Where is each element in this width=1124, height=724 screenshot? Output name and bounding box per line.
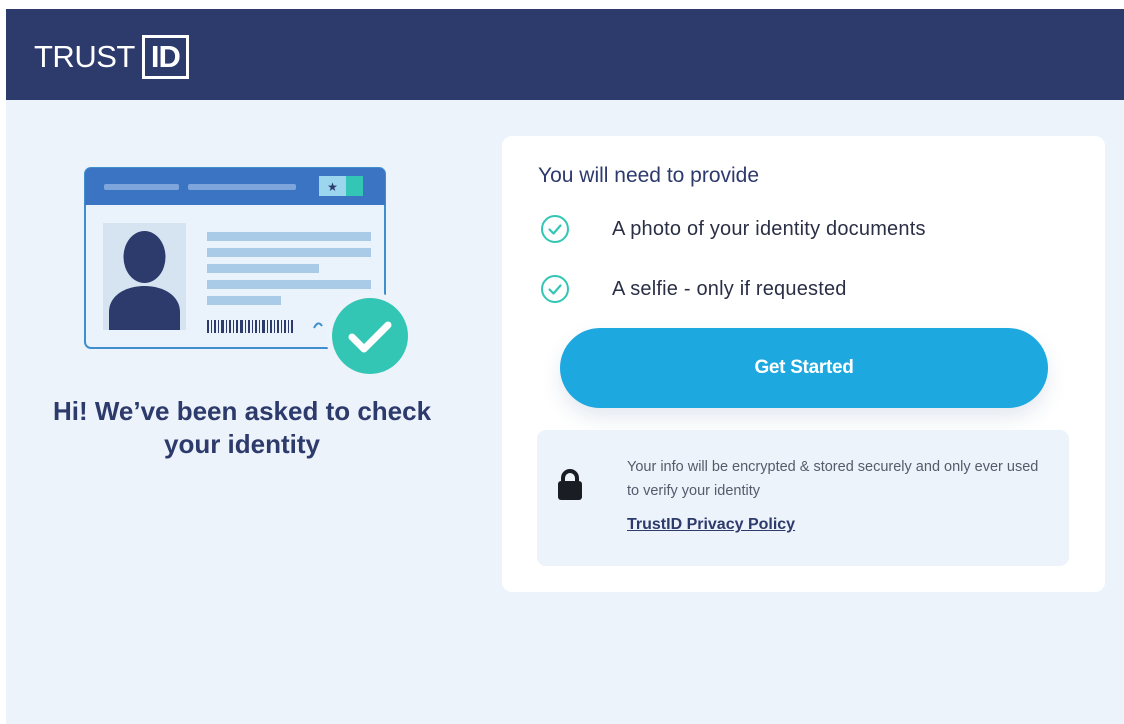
check-circle-icon bbox=[541, 275, 569, 303]
requirements-title: You will need to provide bbox=[538, 164, 760, 187]
requirement-label: A photo of your identity documents bbox=[612, 217, 926, 240]
id-card-check-icon: ★ bbox=[84, 167, 414, 380]
logo-trust-text: TRUST bbox=[34, 39, 135, 74]
svg-text:★: ★ bbox=[327, 180, 338, 194]
get-started-button[interactable]: Get Started bbox=[560, 328, 1048, 408]
logo-id-text: ID bbox=[141, 35, 189, 79]
privacy-notice: Your info will be encrypted & stored sec… bbox=[537, 430, 1069, 566]
requirement-label: A selfie - only if requested bbox=[612, 277, 847, 300]
requirement-item: A selfie - only if requested bbox=[540, 274, 847, 304]
page-frame: TRUST ID ★ Hi! We’ve been asked to check… bbox=[6, 9, 1124, 724]
lock-icon bbox=[558, 469, 582, 500]
trustid-logo[interactable]: TRUST ID bbox=[34, 26, 189, 88]
page-heading: Hi! We’ve been asked to check your ident… bbox=[52, 396, 432, 459]
requirement-item: A photo of your identity documents bbox=[540, 214, 926, 244]
privacy-text: Your info will be encrypted & stored sec… bbox=[627, 459, 1039, 499]
top-header: TRUST ID bbox=[6, 9, 1124, 100]
check-circle-icon bbox=[541, 215, 569, 243]
privacy-policy-link[interactable]: TrustID Privacy Policy bbox=[627, 516, 795, 534]
requirements-card: You will need to provide A photo of your… bbox=[502, 136, 1105, 592]
